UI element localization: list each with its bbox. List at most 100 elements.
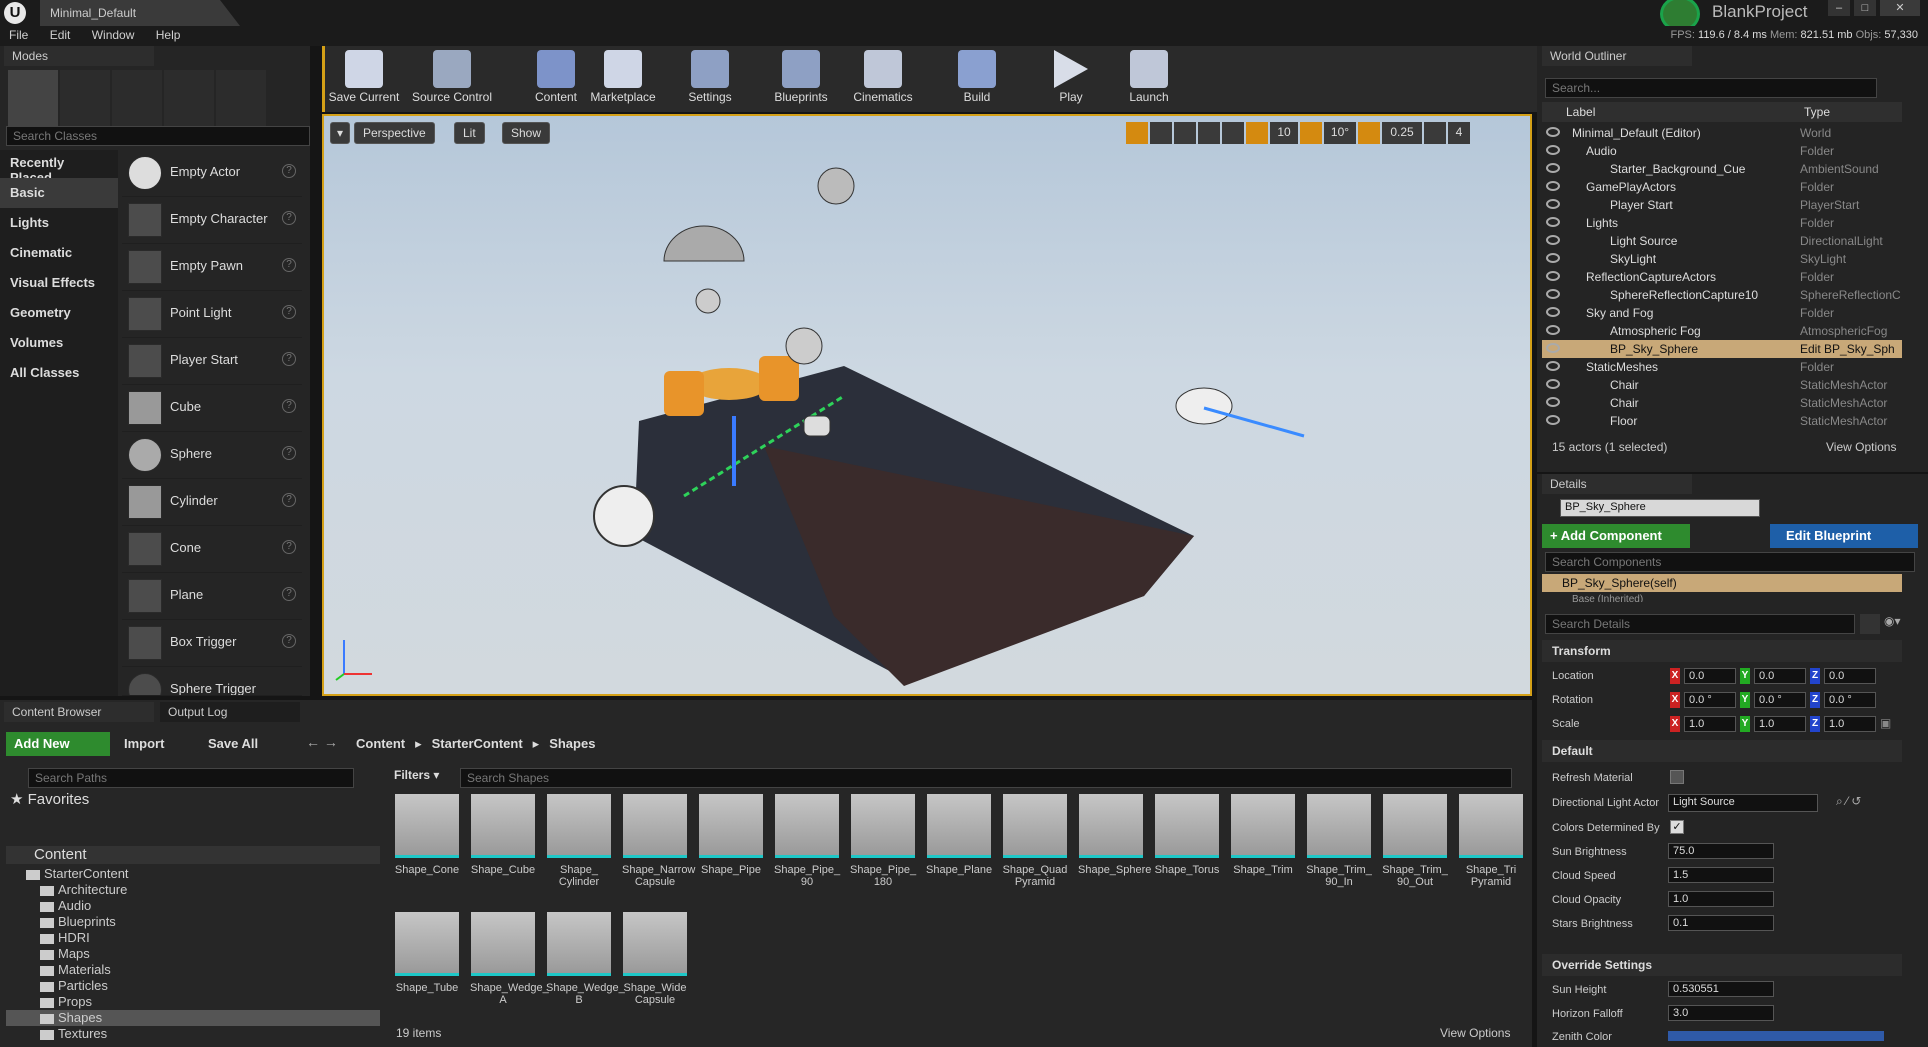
level-viewport[interactable]	[322, 114, 1532, 696]
rotation-x-field[interactable]: 0.0 °	[1684, 692, 1736, 708]
visibility-eye-icon[interactable]	[1546, 199, 1560, 209]
outliner-row[interactable]: Sky and Fog Folder	[1542, 304, 1902, 322]
rotation-y-field[interactable]: 0.0 °	[1754, 692, 1806, 708]
reflection-capture-icon[interactable]	[695, 288, 721, 314]
marketplace-button[interactable]: Marketplace	[588, 48, 658, 108]
camera-speed-value[interactable]: 4	[1448, 122, 1470, 144]
viewport-options-button[interactable]: ▾	[330, 122, 351, 144]
rotate-icon[interactable]	[1150, 122, 1172, 144]
outliner-row[interactable]: SphereReflectionCapture10 SphereReflectio…	[1542, 286, 1902, 304]
asset-tile[interactable]: Shape_Pipe_ 180	[850, 794, 916, 888]
source-control-button[interactable]: Source Control	[408, 48, 496, 108]
rotation-z-field[interactable]: 0.0 °	[1824, 692, 1876, 708]
tree-folder[interactable]: Audio	[40, 898, 91, 914]
asset-tile[interactable]: Shape_Trim	[1230, 794, 1296, 888]
asset-tile[interactable]: Shape_Pipe_ 90	[774, 794, 840, 888]
history-nav-icon[interactable]: ← →	[306, 734, 338, 750]
tree-folder[interactable]: Textures	[40, 1026, 107, 1042]
tree-folder-selected[interactable]: Shapes	[6, 1010, 380, 1026]
asset-tile[interactable]: Shape_Wide Capsule	[622, 912, 688, 1006]
help-icon[interactable]: ?	[282, 587, 296, 601]
tree-folder[interactable]: Blueprints	[40, 914, 116, 930]
actor-name-field[interactable]: BP_Sky_Sphere	[1560, 499, 1760, 517]
search-classes-input[interactable]: Search Classes	[6, 126, 310, 146]
help-icon[interactable]: ?	[282, 446, 296, 460]
breadcrumb-shapes[interactable]: Shapes	[549, 736, 595, 752]
place-item[interactable]: Cone?	[122, 526, 302, 573]
light-source-icon[interactable]	[593, 485, 655, 547]
outliner-view-options[interactable]: View Options	[1826, 440, 1896, 454]
visibility-eye-icon[interactable]	[1546, 235, 1560, 245]
category-lights[interactable]: Lights	[0, 208, 118, 238]
minimize-button[interactable]: –	[1828, 0, 1850, 16]
tree-folder[interactable]: Particles	[40, 978, 108, 994]
asset-tile[interactable]: Shape_Cube	[470, 794, 536, 888]
favorites-header[interactable]: ★ Favorites	[10, 790, 89, 808]
grid-size-value[interactable]: 10	[1270, 122, 1298, 144]
add-new-button[interactable]: Add New	[6, 732, 110, 756]
breadcrumb-content[interactable]: Content	[356, 736, 405, 752]
outliner-row-selected[interactable]: BP_Sky_Sphere Edit BP_Sky_Sph	[1542, 340, 1902, 358]
category-geometry[interactable]: Geometry	[0, 298, 118, 328]
directional-light-actor-dropdown[interactable]: Light Source	[1668, 794, 1818, 812]
asset-tile[interactable]: Shape_Pipe	[698, 794, 764, 888]
outliner-row[interactable]: Starter_Background_Cue AmbientSound	[1542, 160, 1902, 178]
place-item[interactable]: Cylinder?	[122, 479, 302, 526]
asset-tile[interactable]: Shape_Cone	[394, 794, 460, 888]
launch-button[interactable]: Launch	[1124, 48, 1174, 108]
outliner-row[interactable]: Lights Folder	[1542, 214, 1902, 232]
visibility-eye-icon[interactable]	[1546, 397, 1560, 407]
outliner-row[interactable]: Light Source DirectionalLight	[1542, 232, 1902, 250]
visibility-eye-icon[interactable]	[1546, 415, 1560, 425]
level-tab[interactable]: Minimal_Default	[40, 0, 240, 26]
scale-z-field[interactable]: 1.0	[1824, 716, 1876, 732]
place-item[interactable]: Point Light?	[122, 291, 302, 338]
place-item[interactable]: Sphere Trigger	[122, 667, 302, 696]
save-all-button[interactable]: Save All	[208, 736, 258, 751]
help-icon[interactable]: ?	[282, 540, 296, 554]
category-cinematic[interactable]: Cinematic	[0, 238, 118, 268]
tree-folder[interactable]: HDRI	[40, 930, 90, 946]
tree-folder[interactable]: Architecture	[40, 882, 127, 898]
translate-icon[interactable]	[1126, 122, 1148, 144]
paint-mode-icon[interactable]	[60, 70, 110, 126]
skylight-icon[interactable]	[785, 327, 823, 365]
help-icon[interactable]: ?	[282, 634, 296, 648]
asset-tile[interactable]: Shape_Wedge_ B	[546, 912, 625, 1006]
menu-file[interactable]: File	[0, 26, 37, 44]
asset-tile[interactable]: Shape_Quad Pyramid	[1002, 794, 1068, 888]
refresh-material-checkbox[interactable]	[1670, 770, 1684, 784]
row-type[interactable]: Edit BP_Sky_Sph	[1800, 342, 1895, 356]
place-item[interactable]: Player Start?	[122, 338, 302, 385]
cloud-opacity-field[interactable]: 1.0	[1668, 891, 1774, 907]
horizon-falloff-field[interactable]: 3.0	[1668, 1005, 1774, 1021]
scale-label[interactable]: Scale	[1552, 718, 1580, 730]
modes-tab[interactable]: Modes	[4, 46, 154, 66]
outliner-row[interactable]: Chair StaticMeshActor	[1542, 376, 1902, 394]
category-volumes[interactable]: Volumes	[0, 328, 118, 358]
atmospheric-fog-icon[interactable]	[1175, 387, 1233, 425]
grid-snap-icon[interactable]	[1246, 122, 1268, 144]
scale-y-field[interactable]: 1.0	[1754, 716, 1806, 732]
output-log-tab[interactable]: Output Log	[160, 702, 300, 722]
place-item[interactable]: Empty Character?	[122, 197, 302, 244]
rotation-label[interactable]: Rotation	[1552, 694, 1593, 706]
world-space-icon[interactable]	[1198, 122, 1220, 144]
category-basic[interactable]: Basic	[0, 178, 118, 208]
asset-tile[interactable]: Shape_Torus	[1154, 794, 1220, 888]
location-z-field[interactable]: 0.0	[1824, 668, 1876, 684]
label-column-header[interactable]: Label	[1566, 105, 1595, 119]
scale-x-field[interactable]: 1.0	[1684, 716, 1736, 732]
search-details-input[interactable]: Search Details	[1545, 614, 1855, 634]
edit-blueprint-button[interactable]: Edit Blueprint	[1770, 524, 1918, 548]
outliner-row[interactable]: Chair StaticMeshActor	[1542, 394, 1902, 412]
search-shapes-input[interactable]: Search Shapes	[460, 768, 1512, 788]
property-matrix-icon[interactable]	[1860, 614, 1880, 634]
outliner-row[interactable]: GamePlayActors Folder	[1542, 178, 1902, 196]
stars-brightness-field[interactable]: 0.1	[1668, 915, 1774, 931]
outliner-row[interactable]: Audio Folder	[1542, 142, 1902, 160]
eye-filter-icon[interactable]: ◉▾	[1884, 614, 1914, 634]
content-browser-tab[interactable]: Content Browser	[4, 702, 154, 722]
close-button[interactable]: ✕	[1880, 0, 1920, 16]
outliner-row[interactable]: Player Start PlayerStart	[1542, 196, 1902, 214]
